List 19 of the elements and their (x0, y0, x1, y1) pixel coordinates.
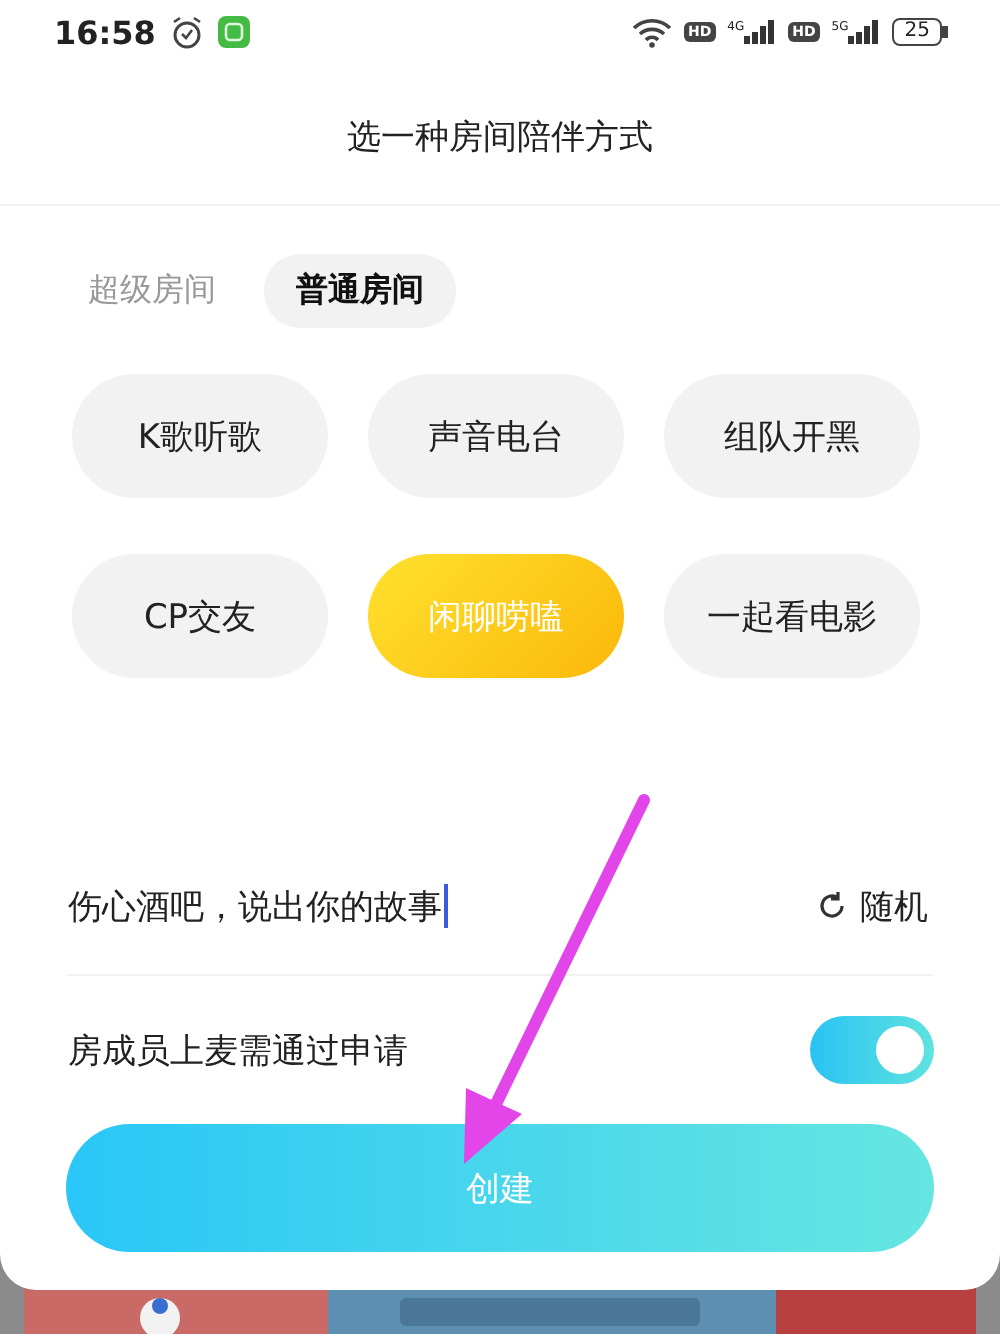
approval-label: 房成员上麦需通过申请 (68, 1029, 410, 1073)
room-type-option[interactable]: 一起看电影 (664, 554, 920, 678)
alarm-icon (169, 15, 204, 49)
battery-icon: 25 (892, 18, 948, 46)
room-type-option[interactable]: 声音电台 (368, 374, 624, 498)
approval-toggle[interactable] (810, 1016, 934, 1084)
room-type-option[interactable]: CP交友 (72, 554, 328, 678)
app-icon (217, 16, 250, 48)
room-type-option[interactable]: K歌听歌 (72, 374, 328, 498)
room-type-option[interactable]: 组队开黑 (664, 374, 920, 498)
topic-field[interactable]: 伤心酒吧，说出你的故事 (68, 883, 816, 929)
random-button[interactable]: 随机 (816, 883, 928, 929)
refresh-icon (816, 890, 848, 922)
clock-time: 16:58 (54, 13, 156, 51)
sheet-title: 选一种房间陪伴方式 (347, 115, 653, 159)
signal-icon (848, 20, 881, 44)
wifi-icon (631, 17, 672, 47)
room-tab[interactable]: 普通房间 (264, 254, 456, 328)
signal-icon (744, 20, 777, 44)
